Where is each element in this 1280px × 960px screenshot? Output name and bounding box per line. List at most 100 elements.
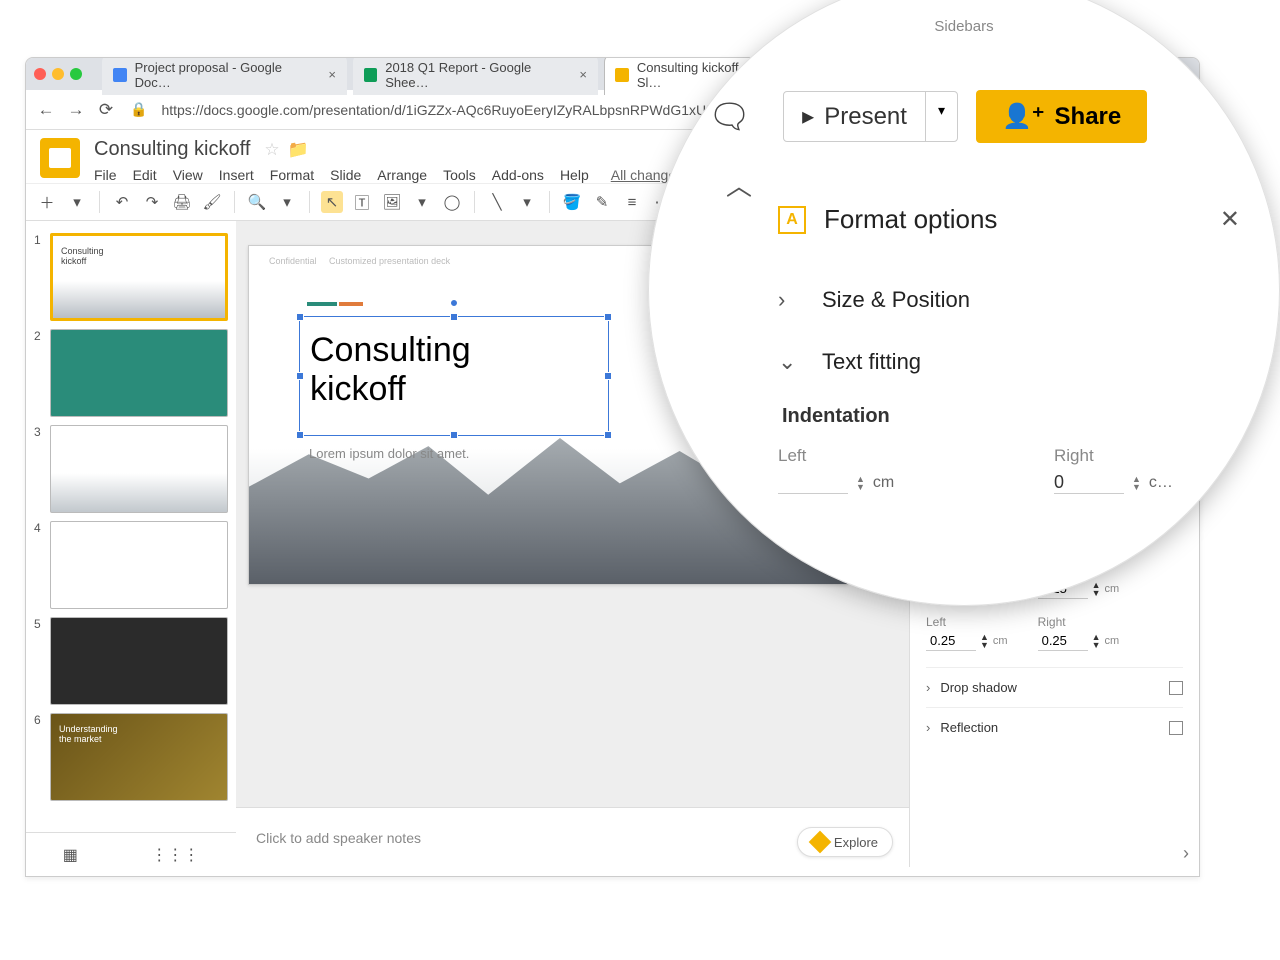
scrollbar[interactable]: [1208, 504, 1212, 606]
menu-help[interactable]: Help: [560, 167, 589, 183]
padding-right-input[interactable]: [1038, 631, 1088, 651]
partial-tab-hint: Sidebars: [934, 18, 993, 35]
reflection-section[interactable]: › Reflection: [926, 707, 1183, 747]
unit: cm: [873, 474, 894, 492]
chevron-right-icon[interactable]: ›: [1183, 843, 1189, 864]
new-slide-button[interactable]: ＋: [36, 191, 58, 213]
close-icon[interactable]: ✕: [1220, 205, 1240, 234]
zoom-icon[interactable]: 🔍: [246, 191, 268, 213]
slide-subtitle-text[interactable]: Lorem ipsum dolor sit amet.: [309, 446, 469, 461]
menu-file[interactable]: File: [94, 167, 117, 183]
selected-textbox[interactable]: Consulting kickoff: [299, 316, 609, 436]
tab-sheets[interactable]: 2018 Q1 Report - Google Shee… ×: [353, 57, 598, 95]
reload-icon[interactable]: ⟳: [96, 100, 116, 120]
menu-edit[interactable]: Edit: [133, 167, 157, 183]
chevron-down-icon[interactable]: ▾: [516, 191, 538, 213]
thumb-number: 1: [34, 233, 46, 321]
thumb-number: 3: [34, 425, 46, 513]
line-icon[interactable]: ╲: [486, 191, 508, 213]
close-icon[interactable]: ×: [328, 67, 336, 82]
padding-left-label: Left: [926, 615, 1008, 629]
image-icon[interactable]: 🖼: [381, 191, 403, 213]
drop-shadow-checkbox[interactable]: [1169, 681, 1183, 695]
slides-logo[interactable]: [40, 138, 80, 178]
chevron-down-icon[interactable]: ▾: [411, 191, 433, 213]
folder-icon[interactable]: 📁: [288, 140, 309, 160]
chevron-right-icon: ›: [778, 287, 802, 313]
thumbnail-4[interactable]: 4: [26, 517, 236, 613]
thumbnail-5[interactable]: 5: [26, 613, 236, 709]
menu-tools[interactable]: Tools: [443, 167, 476, 183]
lock-icon: 🔒: [126, 101, 151, 118]
minimize-window[interactable]: [52, 68, 64, 80]
menu-format[interactable]: Format: [270, 167, 314, 183]
undo-icon[interactable]: ↶: [111, 191, 133, 213]
shape-icon[interactable]: ◯: [441, 191, 463, 213]
unit: cm: [993, 635, 1008, 647]
padding-right-label: Right: [1038, 615, 1120, 629]
menu-slide[interactable]: Slide: [330, 167, 361, 183]
thumbnail-2[interactable]: 2: [26, 325, 236, 421]
thumbnail-1[interactable]: 1 Consulting kickoff: [26, 229, 236, 325]
collapse-panel-icon[interactable]: ︿: [726, 166, 752, 203]
chevron-down-icon[interactable]: ▾: [66, 191, 88, 213]
thumb-title: Understanding the market: [59, 724, 118, 744]
menu-insert[interactable]: Insert: [219, 167, 254, 183]
thumb-number: 6: [34, 713, 46, 801]
select-tool-icon[interactable]: ↖: [321, 191, 343, 213]
textbox-icon[interactable]: 🅃: [351, 191, 373, 213]
chevron-down-icon[interactable]: ▾: [276, 191, 298, 213]
forward-icon[interactable]: →: [66, 100, 86, 120]
present-label: Present: [824, 103, 907, 131]
filmstrip-view-icon[interactable]: ▦: [63, 845, 78, 865]
tab-docs[interactable]: Project proposal - Google Doc… ×: [102, 57, 347, 95]
share-button[interactable]: 👤⁺ Share: [976, 90, 1147, 143]
present-dropdown[interactable]: ▾: [925, 92, 957, 141]
indent-left-input[interactable]: [778, 472, 848, 494]
stepper-icon[interactable]: ▲▼: [856, 475, 865, 491]
size-position-section[interactable]: › Size & Position: [778, 269, 1240, 331]
tab-label: Project proposal - Google Doc…: [135, 60, 317, 90]
chevron-right-icon: ›: [926, 680, 930, 695]
slides-icon: [615, 68, 629, 82]
reflection-label: Reflection: [940, 720, 998, 735]
slide-thumbnails: 1 Consulting kickoff 2 3 4 5 6 Underst: [26, 221, 236, 867]
notes-placeholder: Click to add speaker notes: [256, 830, 421, 846]
slide-title-text[interactable]: Consulting kickoff: [300, 317, 608, 409]
indent-left-label: Left: [778, 446, 964, 466]
back-icon[interactable]: ←: [36, 100, 56, 120]
explore-button[interactable]: Explore: [797, 827, 893, 857]
sheets-icon: [364, 68, 377, 82]
size-position-label: Size & Position: [822, 287, 970, 313]
comment-icon[interactable]: 🗨: [708, 97, 751, 137]
print-icon[interactable]: 🖨: [171, 191, 193, 213]
unit: cm: [1105, 635, 1120, 647]
share-label: Share: [1055, 103, 1122, 131]
explore-label: Explore: [834, 835, 878, 850]
thumbnail-6[interactable]: 6 Understanding the market: [26, 709, 236, 805]
paint-format-icon[interactable]: 🖌: [201, 191, 223, 213]
stepper-icon[interactable]: ▲▼: [1132, 475, 1141, 491]
thumb-title: Consulting kickoff: [61, 246, 104, 266]
close-window[interactable]: [34, 68, 46, 80]
star-icon[interactable]: ☆: [264, 140, 279, 160]
close-icon[interactable]: ×: [579, 67, 587, 82]
menu-view[interactable]: View: [173, 167, 203, 183]
menu-addons[interactable]: Add-ons: [492, 167, 544, 183]
border-color-icon[interactable]: ✎: [591, 191, 613, 213]
menu-arrange[interactable]: Arrange: [377, 167, 427, 183]
grid-view-icon[interactable]: ⋮⋮⋮: [151, 845, 199, 865]
redo-icon[interactable]: ↷: [141, 191, 163, 213]
present-button[interactable]: ▸ Present: [784, 92, 925, 141]
thumbnail-3[interactable]: 3: [26, 421, 236, 517]
maximize-window[interactable]: [70, 68, 82, 80]
indent-right-input[interactable]: 0: [1054, 472, 1124, 494]
border-weight-icon[interactable]: ≡: [621, 191, 643, 213]
text-fitting-section[interactable]: ⌄ Text fitting: [778, 331, 1240, 393]
doc-name[interactable]: Consulting kickoff: [94, 138, 250, 161]
tab-label: 2018 Q1 Report - Google Shee…: [385, 60, 567, 90]
padding-left-input[interactable]: [926, 631, 976, 651]
fill-color-icon[interactable]: 🪣: [561, 191, 583, 213]
drop-shadow-section[interactable]: › Drop shadow: [926, 667, 1183, 707]
reflection-checkbox[interactable]: [1169, 721, 1183, 735]
